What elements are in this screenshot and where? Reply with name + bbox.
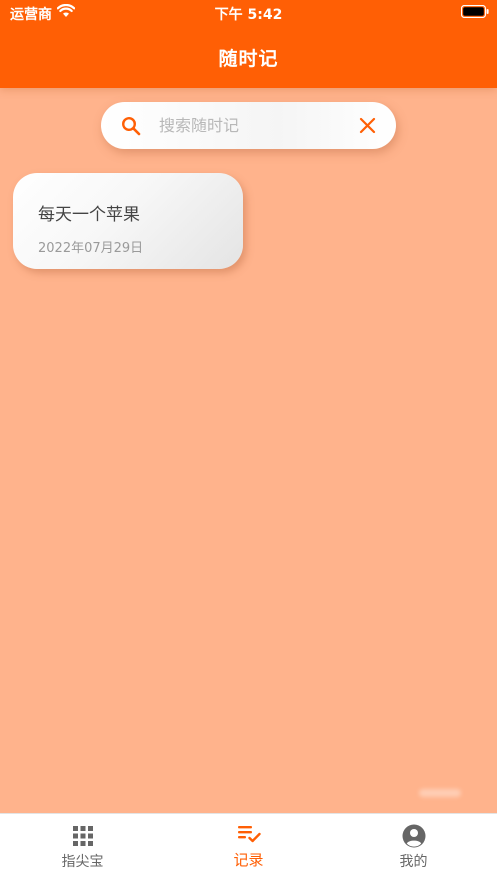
note-card[interactable]: 每天一个苹果 2022年07月29日	[13, 173, 243, 269]
tab-records[interactable]: 记录	[166, 814, 331, 883]
search-input[interactable]	[159, 112, 344, 139]
account-icon	[402, 824, 425, 848]
tab-mine-label: 我的	[399, 854, 428, 870]
tab-bar: 指尖宝 记录 我的	[0, 813, 497, 883]
search-icon	[121, 116, 141, 136]
floating-button-shadow	[419, 789, 461, 797]
app-header: 运营商 下午 5:42 随时记	[0, 0, 497, 88]
note-title: 每天一个苹果	[38, 205, 140, 225]
tab-home-label: 指尖宝	[61, 854, 104, 870]
checklist-icon	[237, 826, 261, 843]
status-bar: 运营商 下午 5:42	[0, 0, 497, 26]
clear-search-icon[interactable]	[359, 117, 376, 134]
status-time: 下午 5:42	[214, 7, 283, 23]
tab-mine[interactable]: 我的	[331, 814, 496, 883]
search-bar	[101, 102, 396, 149]
note-date: 2022年07月29日	[38, 241, 144, 256]
tab-records-label: 记录	[233, 851, 264, 869]
grid-icon	[72, 826, 93, 846]
battery-icon	[461, 5, 489, 18]
tab-home[interactable]: 指尖宝	[0, 814, 165, 883]
page-title: 随时记	[218, 48, 279, 70]
